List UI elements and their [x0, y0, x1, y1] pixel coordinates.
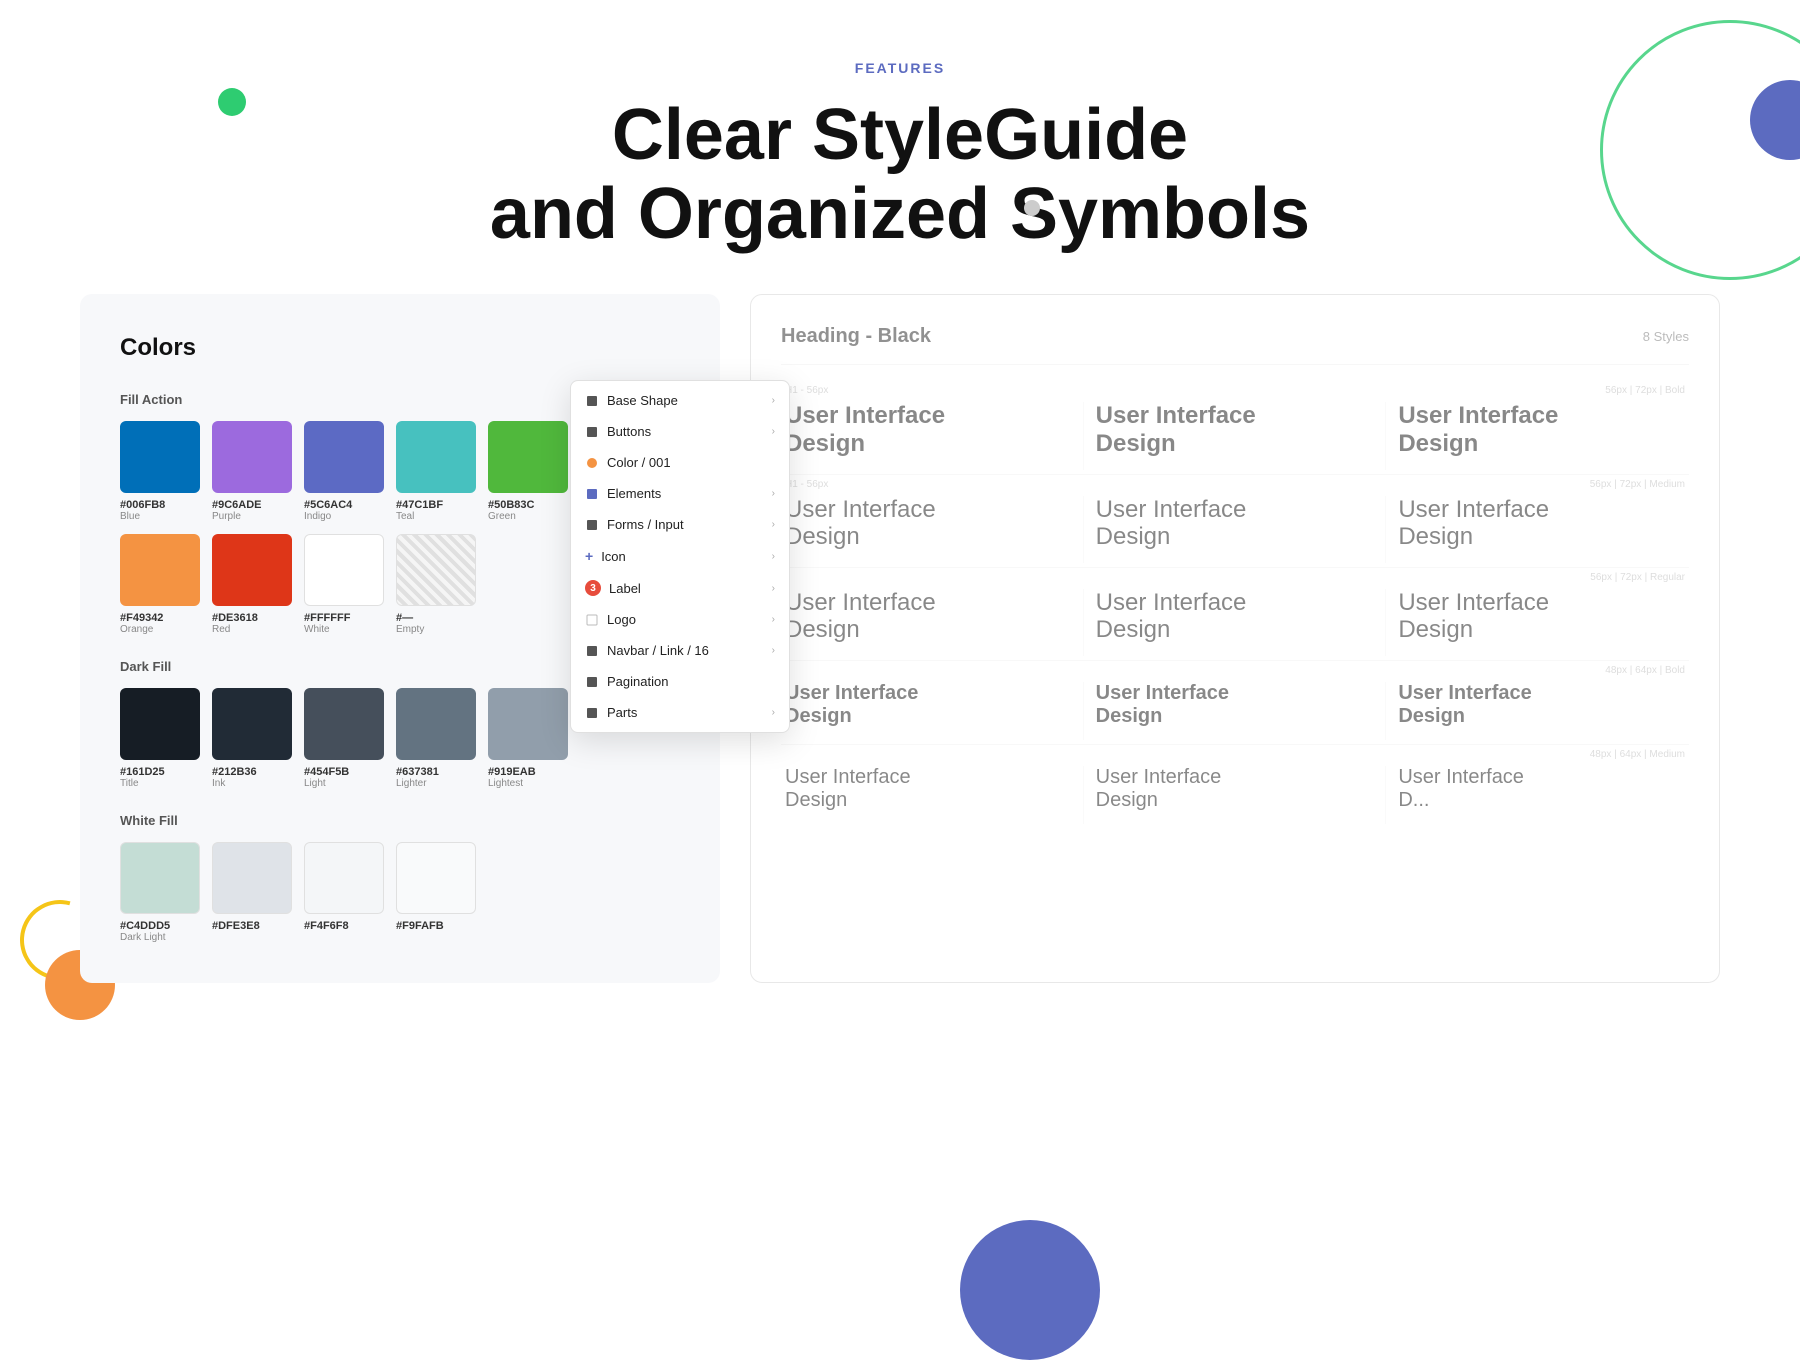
swatch-color-orange [120, 534, 200, 606]
swatch-lighter: #637381 Lighter [396, 688, 476, 789]
swatch-color-teal [396, 421, 476, 493]
colors-panel-title: Colors [120, 334, 680, 362]
menu-label-color: Color / 001 [607, 455, 671, 470]
typo-panel-overlay [751, 295, 1719, 982]
menu-label-elements: Elements [607, 486, 661, 501]
main-title-line1: Clear StyleGuide [612, 95, 1188, 175]
swatch-c4ddd5: #C4DDD5 Dark Light [120, 842, 200, 943]
base-shape-chevron-icon: › [772, 395, 775, 406]
menu-label-icon: Icon [601, 549, 626, 564]
forms-chevron-icon: › [772, 519, 775, 530]
menu-label-parts: Parts [607, 705, 637, 720]
swatch-red: #DE3618 Red [212, 534, 292, 635]
swatch-color-indigo [304, 421, 384, 493]
swatch-title: #161D25 Title [120, 688, 200, 789]
main-title: Clear StyleGuide and Organized Symbols [0, 96, 1800, 254]
swatch-color-white [304, 534, 384, 606]
swatch-ink: #212B36 Ink [212, 688, 292, 789]
menu-item-elements[interactable]: Elements › [571, 478, 789, 509]
swatch-f9fafb: #F9FAFB [396, 842, 476, 943]
menu-item-logo[interactable]: Logo › [571, 604, 789, 635]
menu-item-forms-input[interactable]: Forms / Input › [571, 509, 789, 540]
swatch-color-purple [212, 421, 292, 493]
swatch-blue: #006FB8 Blue [120, 421, 200, 522]
deco-green-dot [218, 88, 246, 116]
header-section: FEATURES Clear StyleGuide and Organized … [0, 0, 1800, 294]
parts-chevron-icon: › [772, 707, 775, 718]
plus-icon: + [585, 548, 593, 564]
label-badge-icon: 3 [585, 580, 601, 596]
features-label: FEATURES [0, 60, 1800, 76]
swatch-purple: #9C6ADE Purple [212, 421, 292, 522]
menu-label-navbar: Navbar / Link / 16 [607, 643, 709, 658]
menu-label-pagination: Pagination [607, 674, 668, 689]
menu-item-parts[interactable]: Parts › [571, 697, 789, 728]
white-fill-label: White Fill [120, 813, 680, 828]
pagination-icon [585, 675, 599, 689]
forms-icon [585, 518, 599, 532]
menu-label-buttons: Buttons [607, 424, 651, 439]
swatch-white: #FFFFFF White [304, 534, 384, 635]
swatch-lightest: #919EAB Lightest [488, 688, 568, 789]
logo-chevron-icon: › [772, 614, 775, 625]
navbar-chevron-icon: › [772, 645, 775, 656]
swatch-color-red [212, 534, 292, 606]
swatch-color-empty [396, 534, 476, 606]
menu-item-buttons[interactable]: Buttons › [571, 416, 789, 447]
menu-item-base-shape[interactable]: Base Shape › [571, 385, 789, 416]
swatch-dfe3e8: #DFE3E8 [212, 842, 292, 943]
buttons-icon [585, 425, 599, 439]
menu-label-label: Label [609, 581, 641, 596]
deco-blue-circle-bottom [960, 1220, 1100, 1360]
swatch-color-green [488, 421, 568, 493]
menu-item-icon[interactable]: + Icon › [571, 540, 789, 572]
white-fill-swatches: #C4DDD5 Dark Light #DFE3E8 #F4F6F8 #F9FA… [120, 842, 680, 943]
logo-icon [585, 613, 599, 627]
menu-item-pagination[interactable]: Pagination [571, 666, 789, 697]
main-title-line2: and Organized Symbols [490, 174, 1310, 254]
swatch-teal: #47C1BF Teal [396, 421, 476, 522]
swatch-green: #50B83C Green [488, 421, 568, 522]
menu-label-logo: Logo [607, 612, 636, 627]
navbar-icon [585, 644, 599, 658]
color-icon [585, 456, 599, 470]
elements-chevron-icon: › [772, 488, 775, 499]
swatch-indigo: #5C6AC4 Indigo [304, 421, 384, 522]
swatch-empty: #— Empty [396, 534, 476, 635]
elements-icon [585, 487, 599, 501]
deco-gray-dot [1024, 200, 1040, 216]
swatch-orange: #F49342 Orange [120, 534, 200, 635]
menu-item-color[interactable]: Color / 001 [571, 447, 789, 478]
content-area: Colors Fill Action #006FB8 Blue #9C6ADE … [80, 294, 1720, 983]
parts-icon [585, 706, 599, 720]
context-menu[interactable]: Base Shape › Buttons › Color / 001 Eleme… [570, 380, 790, 733]
label-chevron-icon: › [772, 583, 775, 594]
swatch-f4f6f8: #F4F6F8 [304, 842, 384, 943]
menu-item-navbar[interactable]: Navbar / Link / 16 › [571, 635, 789, 666]
base-shape-icon [585, 394, 599, 408]
swatch-color-blue [120, 421, 200, 493]
menu-item-label[interactable]: 3 Label › [571, 572, 789, 604]
buttons-chevron-icon: › [772, 426, 775, 437]
icon-chevron-icon: › [772, 551, 775, 562]
menu-label-forms-input: Forms / Input [607, 517, 684, 532]
typography-panel: Heading - Black 8 Styles H1 - 56px 56px … [750, 294, 1720, 983]
menu-label-base-shape: Base Shape [607, 393, 678, 408]
swatch-light: #454F5B Light [304, 688, 384, 789]
